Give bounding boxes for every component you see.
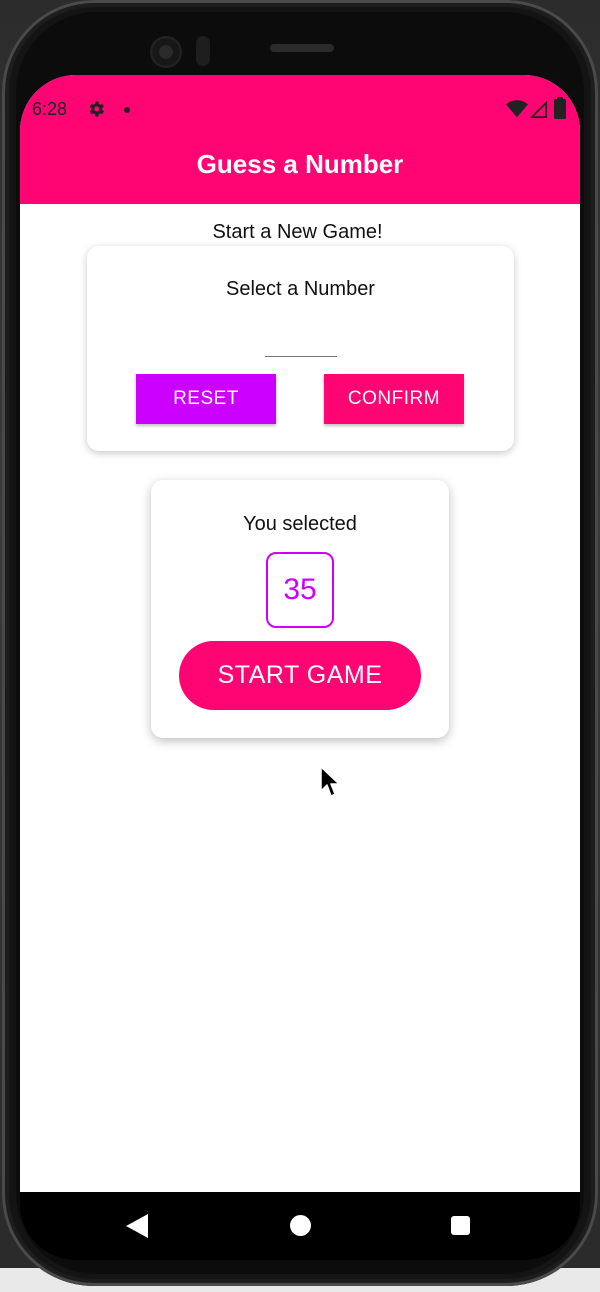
number-input-card: Select a Number RESET CONFIRM xyxy=(87,246,514,451)
selected-number-display: 35 xyxy=(266,552,334,628)
start-new-game-heading: Start a New Game! xyxy=(212,221,383,243)
notification-dot-icon xyxy=(124,107,130,113)
status-bar: 6:28 xyxy=(20,75,580,145)
selected-number-card: You selected 35 START GAME xyxy=(151,480,449,738)
back-icon[interactable] xyxy=(126,1214,148,1238)
gear-icon xyxy=(89,101,104,117)
select-number-label: Select a Number xyxy=(226,278,375,300)
app-header: 6:28 Guess a Number xyxy=(20,75,580,204)
mouse-cursor-icon xyxy=(320,766,340,797)
earpiece-speaker xyxy=(270,44,334,52)
signal-icon xyxy=(530,100,548,118)
app-screen: 6:28 Guess a Number Start a New Game! Se… xyxy=(20,75,580,1192)
wifi-icon xyxy=(506,100,528,118)
start-game-button[interactable]: START GAME xyxy=(179,641,421,710)
front-camera xyxy=(150,36,182,68)
status-time: 6:28 xyxy=(32,99,68,119)
reset-button[interactable]: RESET xyxy=(136,374,276,424)
recents-icon[interactable] xyxy=(451,1216,470,1235)
app-title: Guess a Number xyxy=(196,149,404,179)
confirm-button[interactable]: CONFIRM xyxy=(324,374,464,424)
home-icon[interactable] xyxy=(290,1215,311,1236)
system-navigation-bar xyxy=(20,1192,580,1260)
number-input[interactable] xyxy=(265,330,337,357)
battery-icon xyxy=(554,97,566,119)
proximity-sensor xyxy=(196,36,210,66)
you-selected-label: You selected xyxy=(243,513,357,535)
